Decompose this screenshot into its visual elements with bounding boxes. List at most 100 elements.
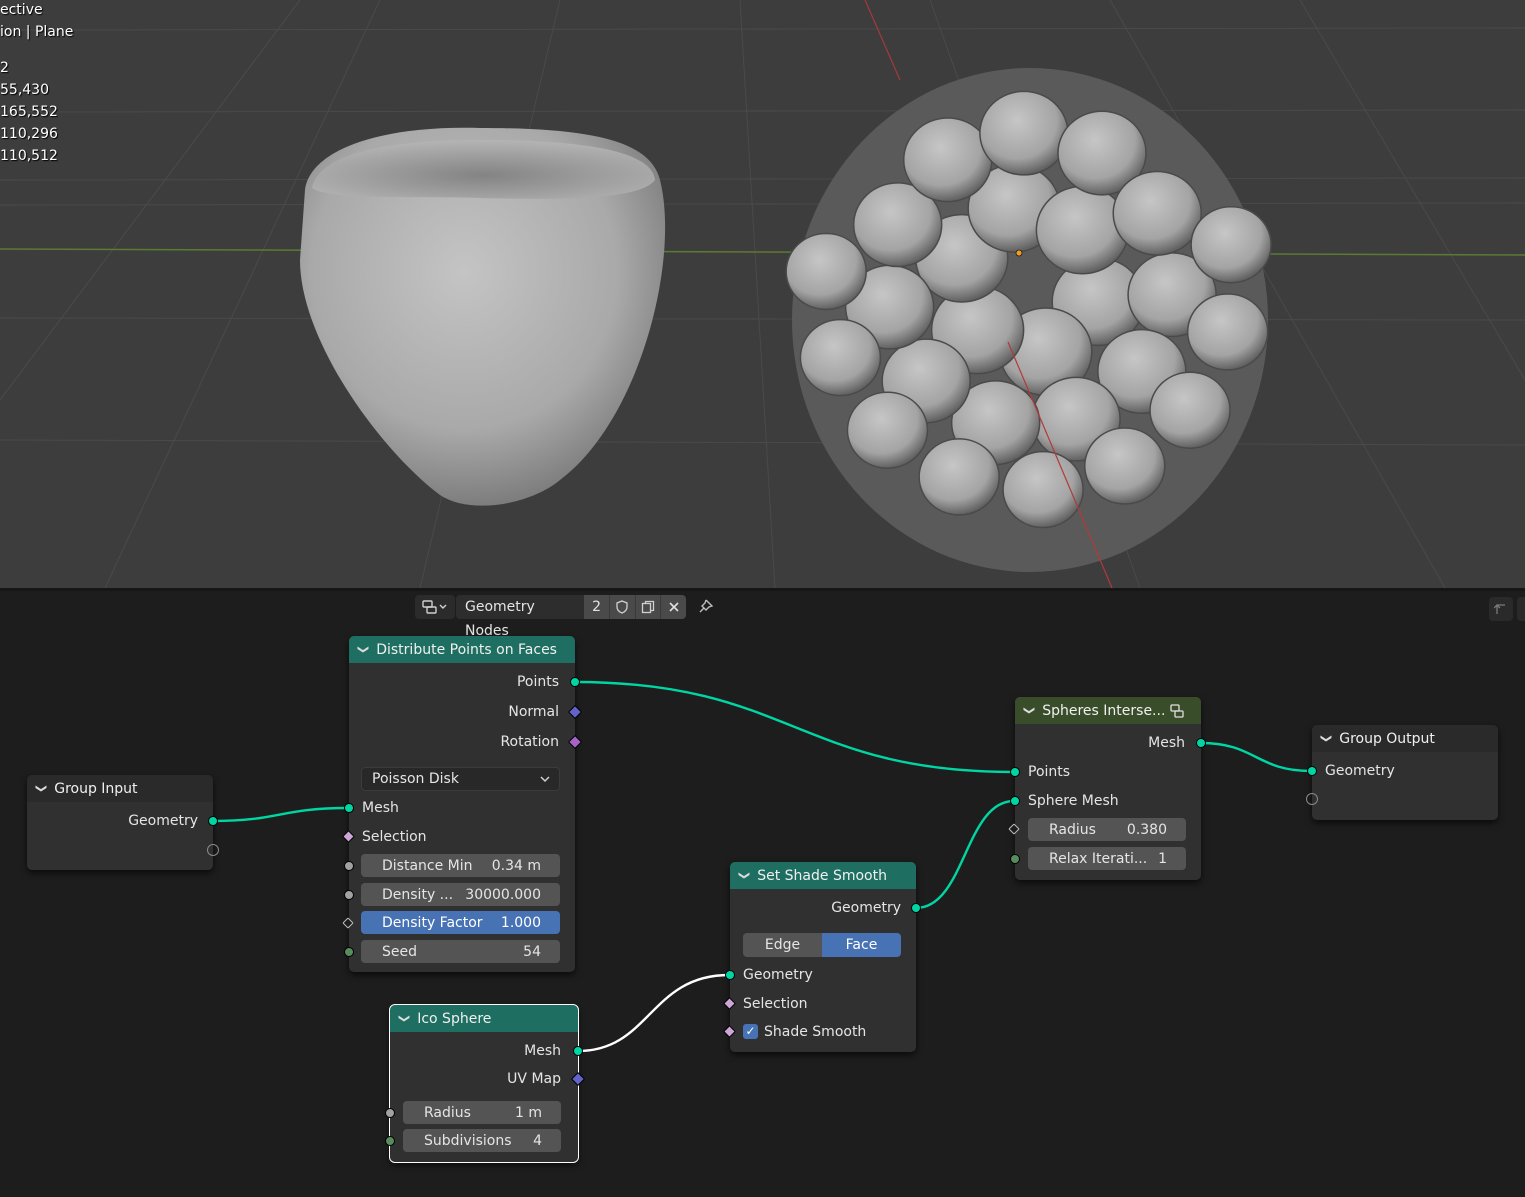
spheres-intersection-header[interactable]: ❯ Spheres Interse... bbox=[1015, 697, 1201, 724]
link-shadesmooth-to-spheres bbox=[915, 799, 1015, 910]
chevron-down-icon[interactable]: ❯ bbox=[398, 1014, 411, 1023]
ico-sphere-node[interactable]: ❯ Ico Sphere Mesh UV Map Radius 1 m Subdiv… bbox=[385, 1004, 586, 1163]
geometry-input-socket[interactable] bbox=[725, 970, 735, 980]
shade-smooth-socket[interactable] bbox=[723, 1025, 736, 1038]
ico-sphere-header[interactable]: ❯ Ico Sphere bbox=[390, 1005, 578, 1032]
normal-output-socket[interactable] bbox=[567, 704, 583, 720]
node-group-icon[interactable] bbox=[1169, 703, 1187, 719]
pin-button[interactable] bbox=[697, 597, 717, 617]
sphere-mesh-input-socket[interactable] bbox=[1010, 796, 1020, 806]
seed-field[interactable]: Seed 54 bbox=[361, 940, 560, 963]
node-editor[interactable]: Geometry Nodes 2 ❯ Group Input Geometry ❯… bbox=[0, 591, 1525, 1197]
radius-socket[interactable] bbox=[385, 1108, 395, 1118]
chevron-down-icon[interactable]: ❯ bbox=[1023, 706, 1036, 715]
domain-toggle[interactable]: Edge Face bbox=[743, 933, 901, 957]
chevron-down-icon[interactable]: ❯ bbox=[1320, 734, 1333, 743]
field-label: Seed bbox=[382, 943, 417, 960]
geometry-input-socket[interactable] bbox=[1307, 766, 1317, 776]
object-origin-dot bbox=[1015, 249, 1023, 257]
uv-map-output-socket[interactable] bbox=[570, 1071, 586, 1087]
node-tree-selector[interactable]: Geometry Nodes 2 bbox=[456, 595, 687, 639]
node-title: Distribute Points on Faces bbox=[376, 641, 557, 658]
radius-field[interactable]: Radius 1 m bbox=[403, 1101, 561, 1124]
group-output-header[interactable]: ❯ Group Output bbox=[1312, 725, 1498, 752]
field-label: Distance Min bbox=[382, 857, 473, 874]
selection-input-socket[interactable] bbox=[342, 830, 355, 843]
density-max-field[interactable]: Density ... 30000.000 bbox=[361, 883, 560, 906]
chevron-down-icon[interactable]: ❯ bbox=[35, 784, 48, 793]
node-tree-name[interactable]: Geometry Nodes bbox=[456, 595, 585, 639]
geometry-output-socket[interactable] bbox=[911, 903, 921, 913]
subdivisions-field[interactable]: Subdivisions 4 bbox=[403, 1129, 561, 1152]
socket-label: Geometry bbox=[1325, 763, 1395, 779]
group-input-header[interactable]: ❯ Group Input bbox=[27, 775, 213, 802]
field-value: 30000.000 bbox=[465, 886, 541, 903]
unlink-button[interactable] bbox=[660, 595, 687, 619]
node-title: Set Shade Smooth bbox=[757, 867, 887, 884]
chevron-down-icon bbox=[540, 776, 550, 783]
rotation-output-socket[interactable] bbox=[567, 734, 583, 750]
field-label: Density Factor bbox=[382, 914, 483, 931]
editor-type-button[interactable] bbox=[415, 595, 455, 619]
set-shade-smooth-header[interactable]: ❯ Set Shade Smooth bbox=[730, 862, 916, 889]
duplicate-button[interactable] bbox=[634, 595, 661, 619]
sphere-bump bbox=[799, 318, 882, 397]
density-factor-socket[interactable] bbox=[342, 917, 354, 929]
sphere-bump bbox=[918, 438, 1000, 516]
mesh-input-socket[interactable] bbox=[344, 803, 354, 813]
distance-min-field[interactable]: Distance Min 0.34 m bbox=[361, 854, 560, 877]
density-factor-field[interactable]: Density Factor 1.000 bbox=[361, 911, 560, 934]
density-max-socket[interactable] bbox=[344, 890, 354, 900]
mesh-output-socket[interactable] bbox=[573, 1046, 583, 1056]
socket-label: UV Map bbox=[507, 1071, 561, 1087]
stat-objects: 2 bbox=[0, 60, 9, 76]
user-count[interactable]: 2 bbox=[584, 595, 609, 619]
socket-label: Normal bbox=[508, 704, 559, 720]
node-editor-icon bbox=[422, 600, 447, 614]
socket-label: Geometry bbox=[743, 967, 813, 983]
mesh-output-socket[interactable] bbox=[1196, 738, 1206, 748]
radius-socket[interactable] bbox=[1008, 823, 1020, 835]
field-label: Radius bbox=[424, 1104, 471, 1121]
chevron-down-icon[interactable]: ❯ bbox=[357, 645, 370, 654]
close-icon bbox=[669, 602, 679, 612]
points-output-socket[interactable] bbox=[570, 677, 580, 687]
chevron-down-icon[interactable]: ❯ bbox=[738, 871, 751, 880]
spheres-intersection-node[interactable]: ❯ Spheres Interse... Mesh Points Sphere M… bbox=[1008, 697, 1206, 880]
points-input-socket[interactable] bbox=[1010, 767, 1020, 777]
set-shade-smooth-node[interactable]: ❯ Set Shade Smooth Geometry Edge Face Geo… bbox=[723, 862, 921, 1052]
distribute-method-dropdown[interactable]: Poisson Disk bbox=[361, 767, 560, 791]
distribute-points-node[interactable]: ❯ Distribute Points on Faces Points Norma… bbox=[342, 636, 583, 972]
geometry-output-socket[interactable] bbox=[208, 816, 218, 826]
sphere-bump bbox=[1186, 293, 1269, 371]
field-value: 1.000 bbox=[500, 914, 541, 931]
extend-output-socket[interactable] bbox=[207, 844, 219, 856]
viewport-view-label: ective bbox=[0, 2, 43, 18]
node-title: Group Input bbox=[54, 780, 138, 797]
field-label: Relax Iterati... bbox=[1049, 850, 1148, 867]
domain-face-button[interactable]: Face bbox=[822, 933, 901, 957]
extend-input-socket[interactable] bbox=[1306, 793, 1318, 805]
distribute-points-header[interactable]: ❯ Distribute Points on Faces bbox=[349, 636, 575, 663]
parent-node-tree-button[interactable] bbox=[1489, 597, 1513, 621]
domain-edge-button[interactable]: Edge bbox=[743, 933, 822, 957]
socket-label: Mesh bbox=[362, 800, 399, 816]
group-input-node[interactable]: ❯ Group Input Geometry bbox=[27, 775, 219, 870]
fake-user-button[interactable] bbox=[608, 595, 635, 619]
arrow-up-icon bbox=[1494, 604, 1505, 614]
relax-iterations-field[interactable]: Relax Iterati... 1 bbox=[1028, 847, 1186, 870]
sidebar-toggle[interactable] bbox=[1517, 597, 1525, 621]
distance-min-socket[interactable] bbox=[344, 861, 354, 871]
shade-smooth-checkbox[interactable]: ✓ bbox=[743, 1024, 758, 1039]
socket-label: Selection bbox=[362, 829, 427, 845]
3d-viewport[interactable]: ective ion | Plane 2 55,430 165,552 110,… bbox=[0, 0, 1525, 588]
radius-field[interactable]: Radius 0.380 bbox=[1028, 818, 1186, 841]
selection-input-socket[interactable] bbox=[723, 997, 736, 1010]
socket-label: Geometry bbox=[128, 813, 198, 829]
subdivisions-socket[interactable] bbox=[385, 1136, 395, 1146]
relax-iterations-socket[interactable] bbox=[1010, 854, 1020, 864]
node-title: Ico Sphere bbox=[417, 1010, 492, 1027]
seed-socket[interactable] bbox=[344, 947, 354, 957]
viewport-scene bbox=[0, 0, 1525, 588]
group-output-node[interactable]: ❯ Group Output Geometry bbox=[1306, 725, 1498, 820]
